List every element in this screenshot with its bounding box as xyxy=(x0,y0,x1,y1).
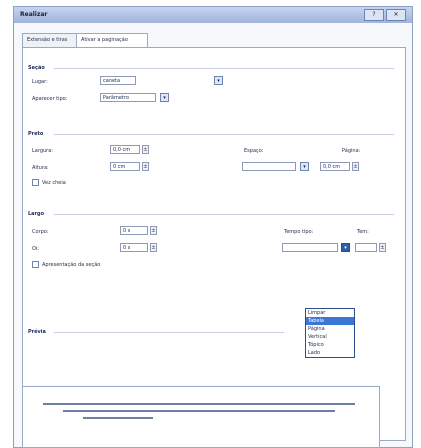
dropdown-option[interactable]: Página xyxy=(306,325,354,333)
preview-line xyxy=(83,417,153,419)
f6-spin-button[interactable]: ± xyxy=(352,162,359,171)
f3-input[interactable]: 0,0 cm xyxy=(110,145,140,154)
f3-spin-button[interactable]: ± xyxy=(142,145,149,154)
section-divider xyxy=(54,214,394,215)
f8-label: Oi: xyxy=(32,246,40,252)
f2-label: Aparecer tipo: xyxy=(32,96,68,102)
window-title: Realizar xyxy=(20,11,48,18)
f7-spin-button[interactable]: ± xyxy=(150,226,157,235)
section-divider xyxy=(54,68,394,69)
f7-input[interactable]: 0 s xyxy=(120,226,148,235)
c1-checkbox[interactable] xyxy=(32,179,39,186)
dropdown-option[interactable]: Lado xyxy=(306,349,354,357)
f4-input[interactable]: 0 cm xyxy=(110,162,140,171)
f1-input[interactable]: caneta xyxy=(100,76,136,85)
section-c-title: Largo xyxy=(28,211,45,217)
f1-label: Lugar: xyxy=(32,79,48,85)
f8-input[interactable]: 0 s xyxy=(120,243,148,252)
dropdown-option[interactable]: Limpar xyxy=(306,309,354,317)
f6-input[interactable]: 0,0 cm xyxy=(320,162,350,171)
c1-label: Vez cheia xyxy=(42,180,66,186)
c2-label: Apresentação da seção xyxy=(42,262,101,268)
section-d-title: Prévia xyxy=(28,329,46,335)
section-divider xyxy=(54,332,284,333)
f2-input[interactable]: Parâmetro xyxy=(100,93,156,102)
dropdown-list: Limpar Tabela Página Vertical Tópico Lad… xyxy=(305,308,355,358)
f6-label: Página: xyxy=(342,148,361,154)
f2-dropdown-button[interactable]: ▾ xyxy=(160,93,169,102)
f10-label: Tem: xyxy=(357,229,369,235)
dropdown-option-selected[interactable]: Tabela xyxy=(306,317,354,325)
f7-label: Corpo: xyxy=(32,229,49,235)
f3-label: Largura: xyxy=(32,148,53,154)
f9-dropdown-button[interactable]: ▾ xyxy=(341,243,350,252)
preview-line xyxy=(43,403,355,405)
dropdown-option[interactable]: Tópico xyxy=(306,341,354,349)
help-button[interactable]: ? xyxy=(364,9,384,21)
f10-spin-button[interactable]: ± xyxy=(379,243,386,252)
titlebar: Realizar ? ✕ xyxy=(14,7,412,23)
section-divider xyxy=(54,134,394,135)
f4-spin-button[interactable]: ± xyxy=(142,162,149,171)
dropdown-option[interactable]: Vertical xyxy=(306,333,354,341)
tab-paginacao[interactable]: Ativar a paginação xyxy=(76,33,148,48)
section-a-title: Seção xyxy=(28,65,45,71)
tab-extensao[interactable]: Extensão e tiras xyxy=(22,33,82,47)
preview-line xyxy=(63,410,335,412)
f4-label: Altura: xyxy=(32,165,49,171)
paragraph-dialog: Realizar ? ✕ Extensão e tiras Ativar a p… xyxy=(13,6,413,448)
preview-box xyxy=(22,386,380,448)
f9-input[interactable] xyxy=(282,243,338,252)
f5-label: Espaço: xyxy=(244,148,264,154)
close-button[interactable]: ✕ xyxy=(386,9,406,21)
f10-input[interactable] xyxy=(355,243,377,252)
f1-dropdown-button[interactable]: ▾ xyxy=(214,76,223,85)
section-b-title: Preto xyxy=(28,131,44,137)
f9-label: Tempo tipo: xyxy=(284,229,314,235)
f8-spin-button[interactable]: ± xyxy=(150,243,157,252)
c2-checkbox[interactable] xyxy=(32,261,39,268)
f5-input[interactable] xyxy=(242,162,296,171)
f5-dropdown-button[interactable]: ▾ xyxy=(300,162,309,171)
